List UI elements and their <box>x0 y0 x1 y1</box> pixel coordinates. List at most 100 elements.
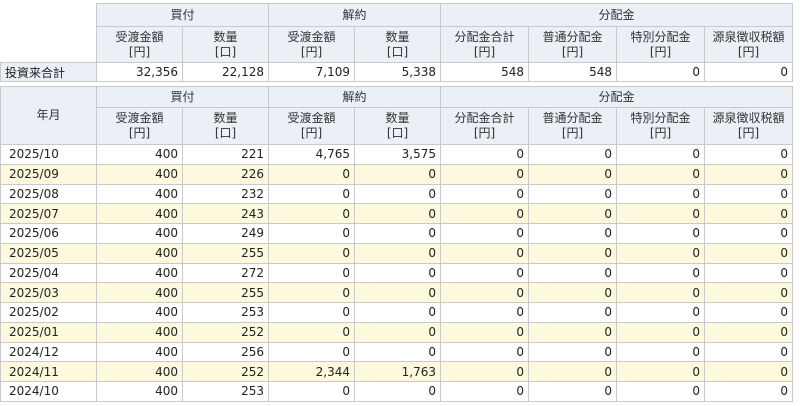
cell-dist-total: 0 <box>440 282 530 303</box>
cell-sell-amount: 0 <box>268 302 356 323</box>
cell-sell-amount: 0 <box>268 203 356 224</box>
cell-sell-amount: 0 <box>268 321 356 343</box>
summary-withholding: 0 <box>704 62 794 82</box>
cell-sell-amount: 0 <box>268 341 356 363</box>
cell-dist-special: 0 <box>616 183 706 205</box>
cell-dist-total: 0 <box>440 361 530 382</box>
cell-year-month: 2025/04 <box>0 262 97 284</box>
cell-dist-special: 0 <box>616 341 706 363</box>
cell-dist-total: 0 <box>440 321 530 343</box>
cell-withholding: 0 <box>704 203 794 224</box>
summary-group-sell: 解約 <box>268 3 442 27</box>
cell-withholding: 0 <box>704 361 794 382</box>
summary-col-dist-normal: 普通分配金 [円] <box>528 26 618 63</box>
cell-buy-qty: 226 <box>181 163 270 185</box>
table-row: 2025/10 400 221 4,765 3,575 0 0 0 0 <box>0 144 794 165</box>
cell-buy-qty: 256 <box>181 341 270 363</box>
summary-col-buy-amount: 受渡金額 [円] <box>96 26 183 63</box>
group-dist: 分配金 <box>440 86 794 108</box>
cell-dist-special: 0 <box>616 381 706 402</box>
cell-withholding: 0 <box>704 321 794 343</box>
cell-dist-special: 0 <box>616 163 706 185</box>
summary-col-dist-special: 特別分配金 [円] <box>616 26 706 63</box>
cell-year-month: 2024/10 <box>0 381 97 402</box>
cell-dist-special: 0 <box>616 223 706 244</box>
cell-sell-qty: 0 <box>354 321 442 343</box>
cell-dist-normal: 0 <box>528 282 618 303</box>
cell-sell-amount: 0 <box>268 381 356 402</box>
cell-withholding: 0 <box>704 144 794 165</box>
cell-buy-qty: 255 <box>181 242 270 264</box>
cell-sell-amount: 4,765 <box>268 144 356 165</box>
group-sell: 解約 <box>268 86 442 108</box>
cell-year-month: 2025/10 <box>0 144 97 165</box>
cell-dist-special: 0 <box>616 203 706 224</box>
cell-sell-amount: 0 <box>268 163 356 185</box>
summary-col-sell-qty: 数量 [口] <box>354 26 442 63</box>
cell-buy-qty: 272 <box>181 262 270 284</box>
cell-buy-amount: 400 <box>96 302 183 323</box>
cell-sell-amount: 0 <box>268 282 356 303</box>
cell-year-month: 2025/08 <box>0 183 97 205</box>
cell-dist-normal: 0 <box>528 381 618 402</box>
cell-buy-qty: 252 <box>181 361 270 382</box>
cell-buy-qty: 221 <box>181 144 270 165</box>
summary-group-buy: 買付 <box>95 3 270 27</box>
cell-buy-qty: 243 <box>181 203 270 224</box>
cell-sell-qty: 0 <box>354 163 442 185</box>
cell-sell-qty: 0 <box>354 341 442 363</box>
cell-buy-amount: 400 <box>96 163 183 185</box>
cell-sell-qty: 0 <box>354 262 442 284</box>
table-row: 2025/06 400 249 0 0 0 0 0 0 <box>0 223 794 244</box>
cell-dist-total: 0 <box>440 203 530 224</box>
cell-dist-special: 0 <box>616 282 706 303</box>
cell-withholding: 0 <box>704 242 794 264</box>
detail-body: 2025/10 400 221 4,765 3,575 0 0 0 0 2025/09 400 226… <box>0 144 794 402</box>
table-row: 2025/07 400 243 0 0 0 0 0 0 <box>0 203 794 224</box>
cell-buy-amount: 400 <box>96 361 183 382</box>
summary-col-dist-total: 分配金合計 [円] <box>440 26 530 63</box>
cell-sell-amount: 0 <box>268 262 356 284</box>
cell-withholding: 0 <box>704 381 794 402</box>
cell-sell-amount: 0 <box>268 183 356 205</box>
cell-dist-special: 0 <box>616 144 706 165</box>
summary-group-dist: 分配金 <box>440 3 794 27</box>
summary-sell-qty: 5,338 <box>354 62 442 82</box>
cell-sell-qty: 0 <box>354 282 442 303</box>
summary-sell-amount: 7,109 <box>268 62 356 82</box>
cell-buy-amount: 400 <box>96 381 183 402</box>
cell-year-month: 2025/03 <box>0 282 97 303</box>
cell-dist-total: 0 <box>440 183 530 205</box>
cell-sell-qty: 0 <box>354 203 442 224</box>
cell-sell-amount: 0 <box>268 223 356 244</box>
col-sell-qty: 数量 [口] <box>354 107 442 145</box>
cell-sell-amount: 2,344 <box>268 361 356 382</box>
summary-dist-normal: 548 <box>528 62 618 82</box>
summary-col-withholding: 源泉徴収税額 [円] <box>704 26 794 63</box>
cell-dist-total: 0 <box>440 381 530 402</box>
cell-dist-total: 0 <box>440 163 530 185</box>
cell-buy-amount: 400 <box>96 282 183 303</box>
table-row: 2025/04 400 272 0 0 0 0 0 0 <box>0 262 794 284</box>
cell-year-month: 2025/06 <box>0 223 97 244</box>
cell-buy-qty: 255 <box>181 282 270 303</box>
cell-dist-total: 0 <box>440 242 530 264</box>
summary-dist-total: 548 <box>440 62 530 82</box>
table-row: 2025/02 400 253 0 0 0 0 0 0 <box>0 302 794 323</box>
cell-withholding: 0 <box>704 262 794 284</box>
cell-year-month: 2025/05 <box>0 242 97 264</box>
cell-buy-amount: 400 <box>96 144 183 165</box>
cell-withholding: 0 <box>704 341 794 363</box>
cell-sell-qty: 0 <box>354 223 442 244</box>
cell-dist-normal: 0 <box>528 223 618 244</box>
cell-year-month: 2024/11 <box>0 361 97 382</box>
cell-year-month: 2025/02 <box>0 302 97 323</box>
cell-buy-amount: 400 <box>96 183 183 205</box>
col-dist-total: 分配金合計 [円] <box>440 107 530 145</box>
cell-sell-qty: 1,763 <box>354 361 442 382</box>
cell-withholding: 0 <box>704 223 794 244</box>
cell-sell-qty: 0 <box>354 302 442 323</box>
table-row: 2024/11 400 252 2,344 1,763 0 0 0 0 <box>0 361 794 382</box>
cell-dist-special: 0 <box>616 262 706 284</box>
col-buy-amount: 受渡金額 [円] <box>96 107 183 145</box>
